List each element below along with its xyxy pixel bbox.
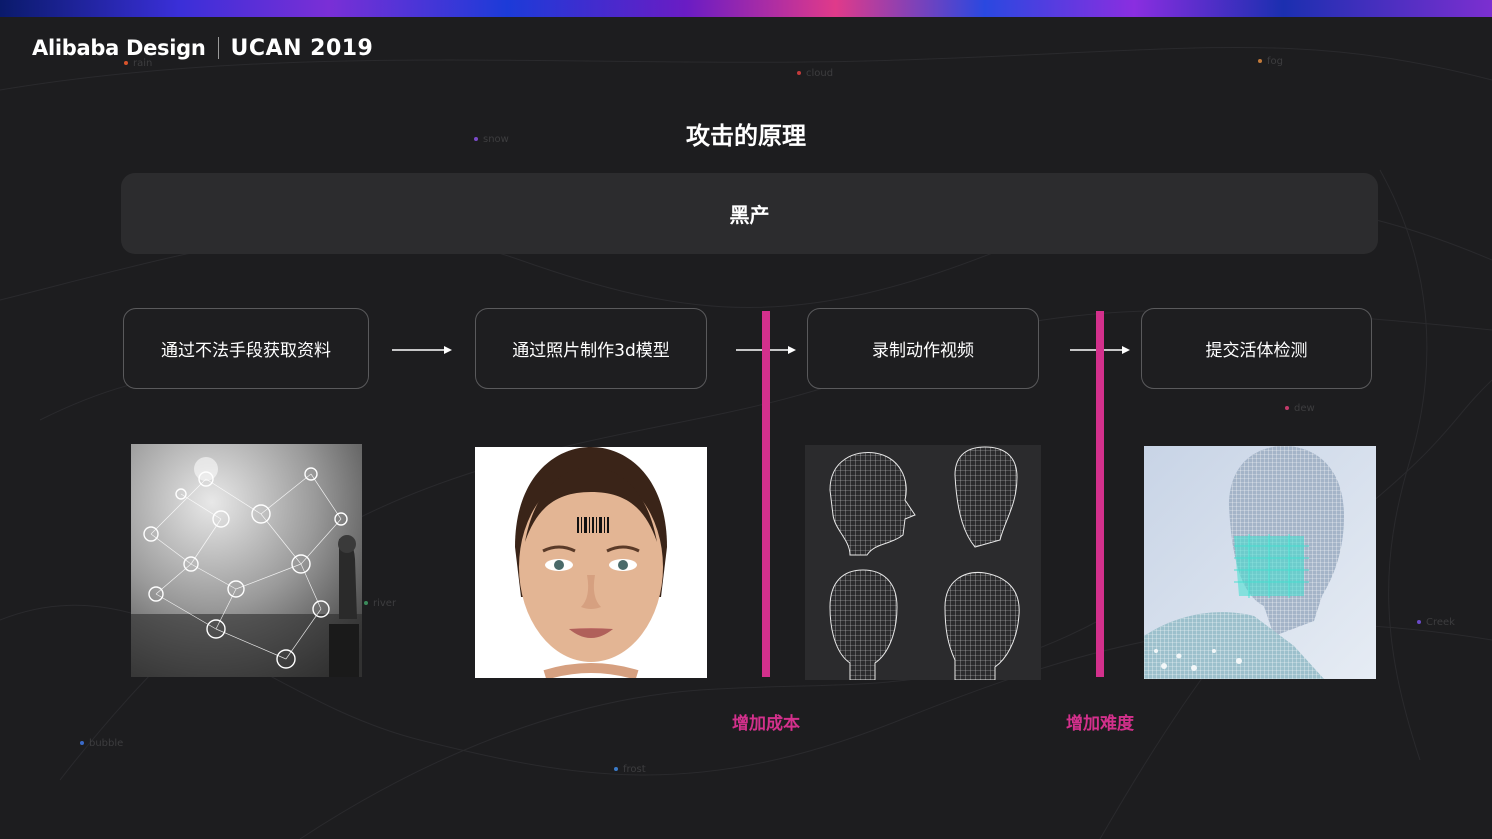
step-label: 录制动作视频	[872, 341, 974, 361]
dot-icon	[614, 767, 618, 771]
network-people-image	[131, 444, 362, 677]
dot-icon	[797, 71, 801, 75]
background-word: frost	[614, 764, 646, 775]
dot-icon	[1285, 406, 1289, 410]
background-word: dew	[1285, 403, 1315, 414]
step-obtain-data: 通过不法手段获取资料	[123, 308, 369, 389]
step-build-3d-model: 通过照片制作3d模型	[475, 308, 707, 389]
black-market-banner: 黑产	[121, 173, 1378, 254]
background-word: river	[364, 598, 396, 609]
step-record-video: 录制动作视频	[807, 308, 1039, 389]
logo: Alibaba Design UCAN 2019	[32, 33, 373, 63]
face-scan-image	[1144, 446, 1376, 679]
step-label: 提交活体检测	[1205, 341, 1308, 361]
step-label: 通过照片制作3d模型	[512, 341, 670, 361]
dot-icon	[1258, 59, 1262, 63]
face-barcode-image	[475, 447, 707, 678]
brand-logo-text: Alibaba Design	[32, 36, 206, 60]
step-label: 通过不法手段获取资料	[161, 341, 331, 361]
difficulty-barrier-divider	[1096, 311, 1104, 677]
difficulty-barrier-label: 增加难度	[1066, 714, 1134, 734]
banner-label: 黑产	[729, 203, 770, 227]
cost-barrier-divider	[762, 311, 770, 677]
background-word: bubble	[80, 738, 123, 749]
arrow-right-icon	[392, 346, 452, 354]
step-submit-liveness: 提交活体检测	[1141, 308, 1372, 389]
background-word: cloud	[797, 68, 833, 79]
wireframe-heads-image	[805, 445, 1041, 680]
dot-icon	[124, 61, 128, 65]
dot-icon	[80, 741, 84, 745]
background-word: fog	[1258, 56, 1283, 67]
event-logo-text: UCAN 2019	[230, 35, 374, 61]
logo-separator	[217, 37, 219, 59]
background-word: Creek	[1417, 617, 1455, 628]
slide-title: 攻击的原理	[686, 122, 806, 150]
cost-barrier-label: 增加成本	[732, 714, 800, 734]
background-word: rain	[124, 58, 152, 69]
dot-icon	[1417, 620, 1421, 624]
dot-icon	[364, 601, 368, 605]
